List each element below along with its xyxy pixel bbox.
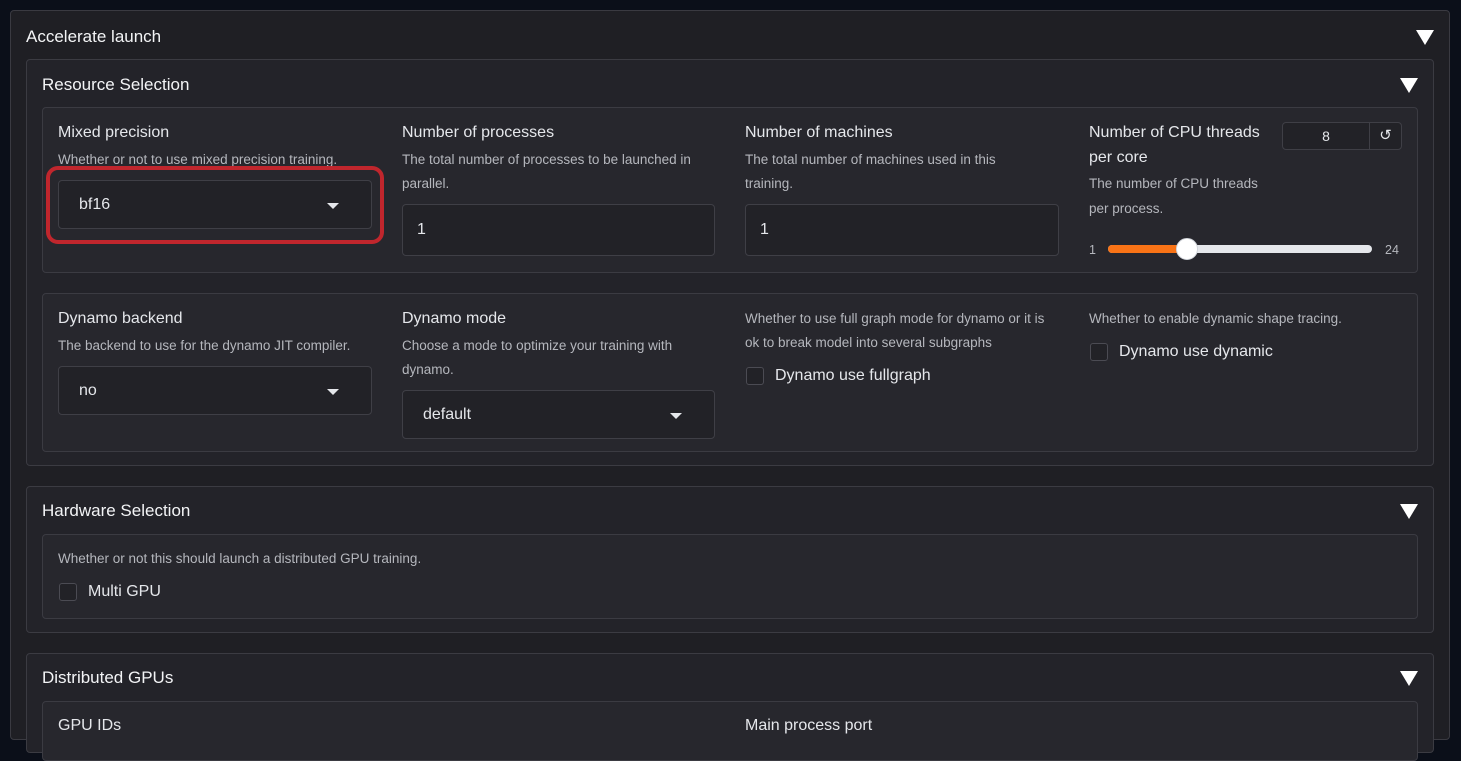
dynamo-fullgraph-info-line2: ok to break model into several subgraphs (745, 335, 992, 350)
cpu-threads-info-line2: per process. (1089, 201, 1164, 216)
num-machines-input[interactable]: 1 (745, 204, 1059, 256)
mixed-precision-label: Mixed precision (58, 124, 170, 141)
distributed-gpus-title[interactable]: Distributed GPUs (42, 668, 173, 688)
num-processes-info-line1: The total number of processes to be laun… (402, 152, 691, 167)
dynamo-mode-info-line1: Choose a mode to optimize your training … (402, 338, 673, 353)
slider-min-label: 1 (1089, 243, 1096, 257)
resource-selection-title[interactable]: Resource Selection (42, 75, 189, 95)
cpu-threads-label-line1: Number of CPU threads (1089, 124, 1260, 141)
dynamo-mode-info-line2: dynamo. (402, 362, 454, 377)
dynamo-mode-dropdown[interactable]: default (402, 390, 715, 439)
reset-button[interactable]: ↺ (1369, 122, 1402, 150)
collapse-triangle-icon[interactable] (1416, 30, 1434, 45)
highlight-annotation (46, 166, 384, 244)
num-machines-info-line1: The total number of machines used in thi… (745, 152, 996, 167)
cpu-threads-label-line2: per core (1089, 149, 1148, 166)
dynamo-dynamic-label[interactable]: Dynamo use dynamic (1119, 343, 1273, 361)
slider-thumb[interactable] (1176, 238, 1198, 260)
num-machines-value: 1 (760, 221, 769, 238)
collapse-triangle-icon[interactable] (1400, 671, 1418, 686)
chevron-down-icon (327, 388, 339, 395)
num-machines-label: Number of machines (745, 124, 893, 141)
collapse-triangle-icon[interactable] (1400, 504, 1418, 519)
multi-gpu-checkbox[interactable] (59, 583, 77, 601)
dynamo-fullgraph-label[interactable]: Dynamo use fullgraph (775, 367, 931, 385)
num-machines-info-line2: training. (745, 176, 794, 191)
num-processes-label: Number of processes (402, 124, 555, 141)
dynamo-fullgraph-info-line1: Whether to use full graph mode for dynam… (745, 311, 1045, 326)
hardware-selection-title[interactable]: Hardware Selection (42, 501, 190, 521)
num-processes-value: 1 (417, 221, 426, 238)
reset-icon: ↺ (1379, 127, 1392, 144)
dynamo-mode-value: default (423, 405, 472, 423)
dynamo-dynamic-info: Whether to enable dynamic shape tracing. (1089, 311, 1342, 326)
cpu-threads-value: 8 (1322, 128, 1330, 144)
cpu-threads-number-input[interactable]: 8 (1282, 122, 1370, 150)
dynamo-backend-label: Dynamo backend (58, 310, 183, 327)
dynamo-mode-label: Dynamo mode (402, 310, 507, 327)
multi-gpu-label[interactable]: Multi GPU (88, 583, 161, 601)
distributed-gpus-row (42, 701, 1418, 761)
main-process-port-label: Main process port (745, 717, 873, 734)
dynamo-fullgraph-checkbox[interactable] (746, 367, 764, 385)
chevron-down-icon (670, 412, 682, 419)
slider-max-label: 24 (1385, 243, 1399, 257)
gpu-ids-label: GPU IDs (58, 717, 122, 734)
num-processes-input[interactable]: 1 (402, 204, 715, 256)
num-processes-info-line2: parallel. (402, 176, 450, 191)
dynamo-dynamic-checkbox[interactable] (1090, 343, 1108, 361)
accelerate-launch-title[interactable]: Accelerate launch (26, 27, 161, 47)
cpu-threads-info-line1: The number of CPU threads (1089, 176, 1258, 191)
cpu-threads-slider[interactable] (1108, 238, 1372, 260)
multi-gpu-info: Whether or not this should launch a dist… (58, 551, 422, 566)
dynamo-backend-dropdown[interactable]: no (58, 366, 372, 415)
dynamo-backend-value: no (79, 381, 97, 399)
dynamo-backend-info: The backend to use for the dynamo JIT co… (58, 338, 351, 353)
collapse-triangle-icon[interactable] (1400, 78, 1418, 93)
